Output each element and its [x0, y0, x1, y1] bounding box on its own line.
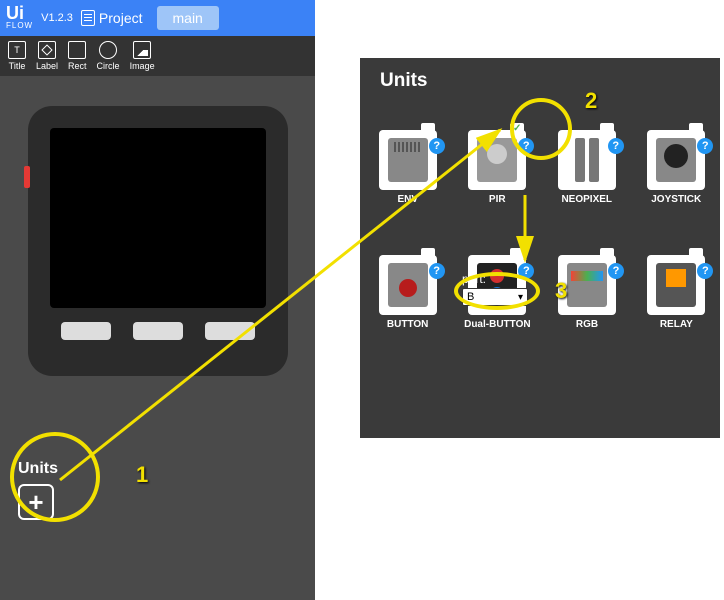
project-label: Project: [99, 10, 143, 26]
project-menu[interactable]: Project: [81, 10, 143, 26]
device-screen[interactable]: [50, 128, 266, 308]
file-tab-main[interactable]: main: [157, 6, 219, 30]
annotation-number-1: 1: [136, 462, 148, 488]
info-icon[interactable]: ?: [608, 263, 624, 279]
unit-joystick[interactable]: ? JOYSTICK: [645, 130, 709, 205]
device-preview: [0, 76, 315, 396]
label-icon: [38, 41, 56, 59]
tool-rect[interactable]: Rect: [68, 41, 87, 71]
info-icon[interactable]: ?: [608, 138, 624, 154]
device-side-button: [24, 166, 30, 188]
units-row-2: ? BUTTON ? Dual-BUTTON ? RGB ? RELAY: [376, 255, 708, 330]
app-header: Ui FLOW V1.2.3 Project main: [0, 0, 315, 36]
unit-neopixel[interactable]: ? NEOPIXEL: [555, 130, 619, 205]
unit-button[interactable]: ? BUTTON: [376, 255, 439, 330]
check-icon: ✓: [510, 123, 524, 133]
device-button-c[interactable]: [205, 322, 255, 340]
units-title: Units: [18, 460, 58, 478]
port-dropdown[interactable]: B: [462, 288, 528, 306]
version-label: V1.2.3: [41, 12, 73, 24]
info-icon[interactable]: ?: [429, 263, 445, 279]
info-icon[interactable]: ?: [429, 138, 445, 154]
units-section: Units +: [18, 460, 58, 520]
app-logo: Ui FLOW: [6, 6, 33, 29]
left-sidebar: Ui FLOW V1.2.3 Project main T Title Labe…: [0, 0, 315, 600]
tool-circle[interactable]: Circle: [97, 41, 120, 71]
panel-title: Units: [380, 70, 708, 92]
device-button-a[interactable]: [61, 322, 111, 340]
info-icon[interactable]: ?: [697, 138, 713, 154]
units-row-1: ? ENV ✓? PIR ? NEOPIXEL ? JOYSTICK: [376, 130, 708, 205]
port-label: port:: [462, 272, 528, 286]
element-toolbar: T Title Label Rect Circle Image: [0, 36, 315, 76]
unit-relay[interactable]: ? RELAY: [645, 255, 708, 330]
info-icon[interactable]: ?: [697, 263, 713, 279]
tool-image[interactable]: Image: [130, 41, 155, 71]
document-icon: [81, 10, 95, 26]
tool-label[interactable]: Label: [36, 41, 58, 71]
device-button-b[interactable]: [133, 322, 183, 340]
add-unit-button[interactable]: +: [18, 484, 54, 520]
tool-title[interactable]: T Title: [8, 41, 26, 71]
units-picker-panel: Units ? ENV ✓? PIR ? NEOPIXEL ? JOYSTICK…: [360, 58, 720, 438]
annotation-number-2: 2: [585, 88, 597, 114]
annotation-number-3: 3: [555, 278, 567, 304]
m5stack-device: [28, 106, 288, 376]
unit-pir[interactable]: ✓? PIR: [466, 130, 530, 205]
image-icon: [133, 41, 151, 59]
unit-env[interactable]: ? ENV: [376, 130, 440, 205]
circle-icon: [99, 41, 117, 59]
port-selector: port: B: [462, 272, 528, 306]
title-icon: T: [8, 41, 26, 59]
rect-icon: [68, 41, 86, 59]
info-icon[interactable]: ?: [518, 138, 534, 154]
